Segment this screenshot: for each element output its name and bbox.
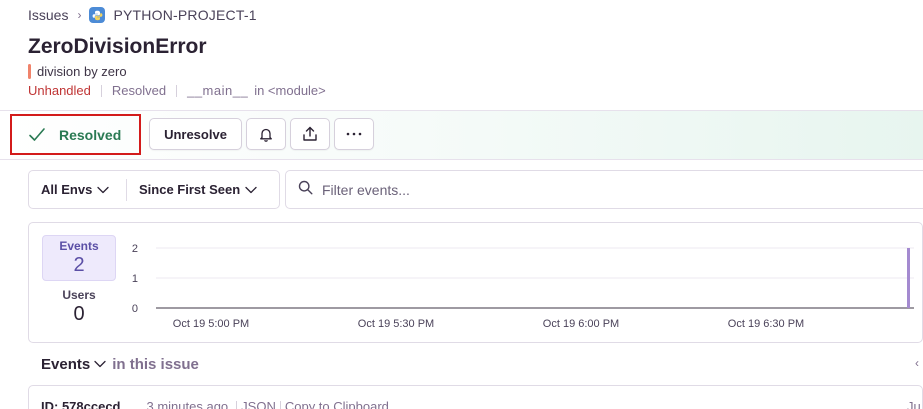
meta-divider xyxy=(176,84,178,97)
chart-x-tick: Oct 19 6:30 PM xyxy=(728,318,804,330)
chevron-down-icon[interactable] xyxy=(94,360,106,368)
chart-x-tick: Oct 19 5:30 PM xyxy=(358,318,434,330)
events-section-heading: Events in this issue xyxy=(41,355,199,373)
event-time: 3 minutes ago xyxy=(146,399,229,409)
environment-dropdown[interactable]: All Envs xyxy=(29,171,126,208)
culprit-function: __main__ xyxy=(187,83,249,98)
event-date: Ju xyxy=(907,399,921,409)
issue-message-text: division by zero xyxy=(37,63,127,79)
breadcrumb: Issues › PYTHON-PROJECT-1 xyxy=(28,6,257,24)
issue-graph-card: Events 2 Users 0 2 1 0 Oct 19 5:00 PM Oct 19… xyxy=(28,222,923,343)
check-icon xyxy=(28,126,46,144)
event-id[interactable]: ID: 578ccecd xyxy=(41,399,121,409)
chart-x-tick: Oct 19 6:00 PM xyxy=(543,318,619,330)
event-divider xyxy=(279,400,281,409)
events-stat-label: Events xyxy=(59,239,99,253)
users-stat-count: 0 xyxy=(73,303,85,325)
breadcrumb-separator: › xyxy=(77,8,82,22)
resolved-button[interactable]: Resolved xyxy=(10,114,141,155)
event-json-link[interactable]: JSON xyxy=(241,399,276,409)
bell-icon xyxy=(259,127,273,142)
event-header-row: ID: 578ccecd 3 minutes ago JSON Copy to … xyxy=(41,399,921,409)
culprit-module: in <module> xyxy=(254,83,326,98)
ellipsis-icon xyxy=(346,132,362,136)
events-heading-label[interactable]: Events xyxy=(41,356,90,373)
status-badge: Resolved xyxy=(111,83,167,98)
environment-timerange-selector: All Envs Since First Seen xyxy=(28,170,280,209)
subscribe-button[interactable] xyxy=(246,118,286,150)
issue-title: ZeroDivisionError xyxy=(28,35,207,58)
chevron-down-icon xyxy=(97,186,109,194)
breadcrumb-project-link[interactable]: PYTHON-PROJECT-1 xyxy=(113,7,256,23)
unresolve-button[interactable]: Unresolve xyxy=(149,118,242,150)
level-indicator xyxy=(28,63,31,79)
users-stat[interactable]: Users 0 xyxy=(42,285,116,329)
share-icon xyxy=(302,126,318,142)
resolved-button-label: Resolved xyxy=(59,126,122,143)
python-icon xyxy=(89,7,106,23)
previous-event-arrow[interactable]: ‹ xyxy=(915,356,919,370)
chart-y-tick: 2 xyxy=(132,243,138,255)
events-stat-count: 2 xyxy=(73,254,85,276)
issue-message: division by zero xyxy=(28,63,127,79)
events-chart: 2 1 0 Oct 19 5:00 PM Oct 19 5:30 PM Oct 19 6:… xyxy=(132,243,914,330)
copy-to-clipboard-link[interactable]: Copy to Clipboard xyxy=(285,399,389,409)
events-stat[interactable]: Events 2 xyxy=(42,235,116,281)
environment-value: All Envs xyxy=(41,182,93,197)
more-actions-button[interactable] xyxy=(334,118,374,150)
search-placeholder: Filter events... xyxy=(322,181,410,198)
search-icon xyxy=(298,180,313,200)
event-card: ID: 578ccecd 3 minutes ago JSON Copy to … xyxy=(28,385,923,409)
share-button[interactable] xyxy=(290,118,330,150)
events-heading-subtitle: in this issue xyxy=(112,355,199,373)
chart-x-tick: Oct 19 5:00 PM xyxy=(173,318,249,330)
issue-meta: Unhandled Resolved __main__ in <module> xyxy=(28,82,326,99)
event-divider xyxy=(236,400,238,409)
event-search-input[interactable]: Filter events... xyxy=(285,170,923,209)
unhandled-badge: Unhandled xyxy=(28,83,91,98)
time-range-value: Since First Seen xyxy=(139,182,241,197)
chevron-down-icon xyxy=(245,186,257,194)
chart-y-tick: 1 xyxy=(132,273,138,285)
chart-y-tick: 0 xyxy=(132,303,138,315)
breadcrumb-issues-link[interactable]: Issues xyxy=(28,7,68,23)
time-range-dropdown[interactable]: Since First Seen xyxy=(127,171,257,208)
meta-divider xyxy=(100,84,102,97)
users-stat-label: Users xyxy=(62,288,96,302)
chart-bar xyxy=(907,248,910,308)
